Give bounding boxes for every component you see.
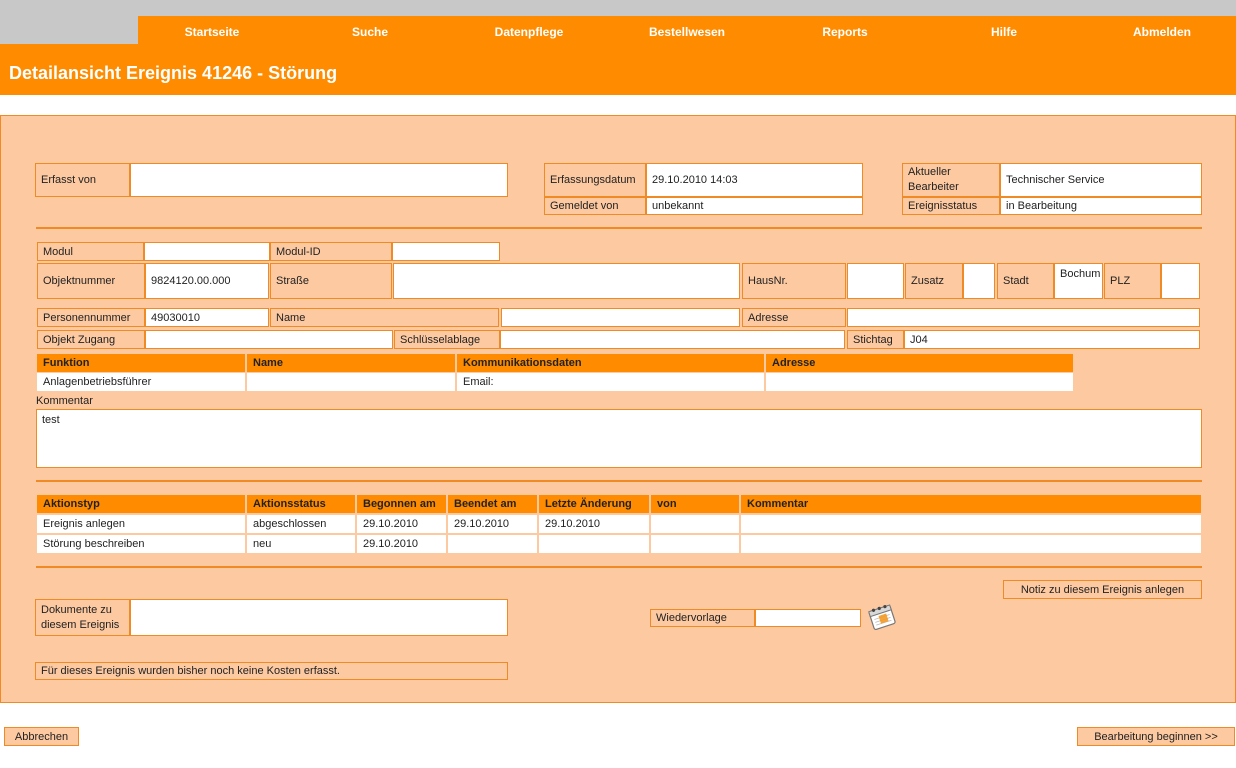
actions-header-beendet: Beendet am [448, 495, 537, 513]
personennummer-field[interactable]: 49030010 [145, 308, 269, 327]
objektnummer-field[interactable]: 9824120.00.000 [145, 263, 269, 299]
notiz-anlegen-button[interactable]: Notiz zu diesem Ereignis anlegen [1003, 580, 1202, 599]
nav-abmelden[interactable]: Abmelden [1133, 25, 1191, 39]
actions-header-letzte-aenderung: Letzte Änderung [539, 495, 649, 513]
actions-cell[interactable]: Störung beschreiben [37, 535, 245, 553]
divider [36, 480, 1202, 482]
nav-suche[interactable]: Suche [352, 25, 388, 39]
erfassungsdatum-label: Erfassungsdatum [544, 163, 646, 197]
erfassungsdatum-field[interactable]: 29.10.2010 14:03 [646, 163, 863, 197]
start-processing-button[interactable]: Bearbeitung beginnen >> [1077, 727, 1235, 746]
ereignisstatus-field[interactable]: in Bearbeitung [1000, 197, 1202, 215]
actions-cell [539, 535, 649, 553]
zusatz-field[interactable] [963, 263, 995, 299]
actions-cell: abgeschlossen [247, 515, 355, 533]
main-nav: Startseite Suche Datenpflege Bestellwese… [138, 16, 1236, 45]
nav-reports[interactable]: Reports [822, 25, 867, 39]
objekt-zugang-label: Objekt Zugang [37, 330, 145, 349]
nav-startseite[interactable]: Startseite [185, 25, 240, 39]
wiedervorlage-label: Wiedervorlage [650, 609, 755, 627]
actions-cell: 29.10.2010 [539, 515, 649, 533]
contacts-header-adresse: Adresse [766, 354, 1073, 372]
contacts-header-kommunikation: Kommunikationsdaten [457, 354, 764, 372]
modul-label: Modul [37, 242, 144, 261]
actions-cell [651, 515, 739, 533]
adresse-field[interactable] [847, 308, 1200, 327]
strasse-label: Straße [270, 263, 392, 299]
adresse-label: Adresse [742, 308, 846, 327]
divider [36, 566, 1202, 568]
contacts-cell: Anlagenbetriebsführer [37, 373, 245, 391]
actions-cell [741, 515, 1201, 533]
actions-cell: neu [247, 535, 355, 553]
actions-cell[interactable]: Ereignis anlegen [37, 515, 245, 533]
kommentar-label: Kommentar [36, 395, 93, 407]
actions-header-von: von [651, 495, 739, 513]
kommentar-textarea[interactable]: test [36, 409, 1202, 468]
plz-label: PLZ [1104, 263, 1161, 299]
divider [36, 227, 1202, 229]
contacts-cell [766, 373, 1073, 391]
actions-header-aktionstyp: Aktionstyp [37, 495, 245, 513]
schluesselablage-field[interactable] [500, 330, 845, 349]
schluesselablage-label: Schlüsselablage [394, 330, 500, 349]
stadt-field[interactable]: Bochum [1054, 263, 1103, 299]
actions-cell: 29.10.2010 [357, 535, 446, 553]
personennummer-label: Personennummer [37, 308, 145, 327]
actions-cell [651, 535, 739, 553]
actions-header-aktionsstatus: Aktionsstatus [247, 495, 355, 513]
detail-panel: Erfasst von Erfassungsdatum 29.10.2010 1… [0, 115, 1236, 703]
actions-cell [448, 535, 537, 553]
wiedervorlage-field[interactable] [755, 609, 861, 627]
nav-hilfe[interactable]: Hilfe [991, 25, 1017, 39]
actions-header-begonnen: Begonnen am [357, 495, 446, 513]
cancel-button[interactable]: Abbrechen [4, 727, 79, 746]
objekt-zugang-field[interactable] [145, 330, 393, 349]
stichtag-label: Stichtag [847, 330, 904, 349]
contacts-cell: Email: [457, 373, 764, 391]
actions-cell [741, 535, 1201, 553]
gemeldet-von-label: Gemeldet von [544, 197, 646, 215]
kosten-info: Für dieses Ereignis wurden bisher noch k… [35, 662, 508, 680]
ereignisstatus-label: Ereignisstatus [902, 197, 1000, 215]
modul-field[interactable] [144, 242, 270, 261]
dokumente-label: Dokumente zu diesem Ereignis [35, 599, 130, 636]
actions-cell: 29.10.2010 [357, 515, 446, 533]
stichtag-field[interactable]: J04 [904, 330, 1200, 349]
calendar-notepad-icon[interactable] [865, 601, 899, 633]
plz-field[interactable] [1161, 263, 1200, 299]
erfasst-von-label: Erfasst von [35, 163, 130, 197]
actions-header-kommentar: Kommentar [741, 495, 1201, 513]
nav-spacer [0, 16, 138, 44]
modul-id-field[interactable] [392, 242, 500, 261]
objektnummer-label: Objektnummer [37, 263, 145, 299]
contacts-header-funktion: Funktion [37, 354, 245, 372]
nav-bestellwesen[interactable]: Bestellwesen [649, 25, 725, 39]
bearbeiter-field[interactable]: Technischer Service [1000, 163, 1202, 197]
title-bar: Detailansicht Ereignis 41246 - Störung [0, 44, 1236, 95]
gemeldet-von-field[interactable]: unbekannt [646, 197, 863, 215]
stadt-label: Stadt [997, 263, 1054, 299]
actions-cell: 29.10.2010 [448, 515, 537, 533]
strasse-field[interactable] [393, 263, 740, 299]
contacts-cell [247, 373, 455, 391]
name-field[interactable] [501, 308, 740, 327]
dokumente-field[interactable] [130, 599, 508, 636]
hausnr-label: HausNr. [742, 263, 846, 299]
zusatz-label: Zusatz [905, 263, 963, 299]
page-title: Detailansicht Ereignis 41246 - Störung [9, 63, 338, 83]
contacts-header-name: Name [247, 354, 455, 372]
erfasst-von-field[interactable] [130, 163, 508, 197]
nav-datenpflege[interactable]: Datenpflege [495, 25, 564, 39]
hausnr-field[interactable] [847, 263, 904, 299]
name-label: Name [270, 308, 499, 327]
top-bar [0, 0, 1236, 16]
modul-id-label: Modul-ID [270, 242, 392, 261]
bearbeiter-label: Aktueller Bearbeiter [902, 163, 1000, 197]
